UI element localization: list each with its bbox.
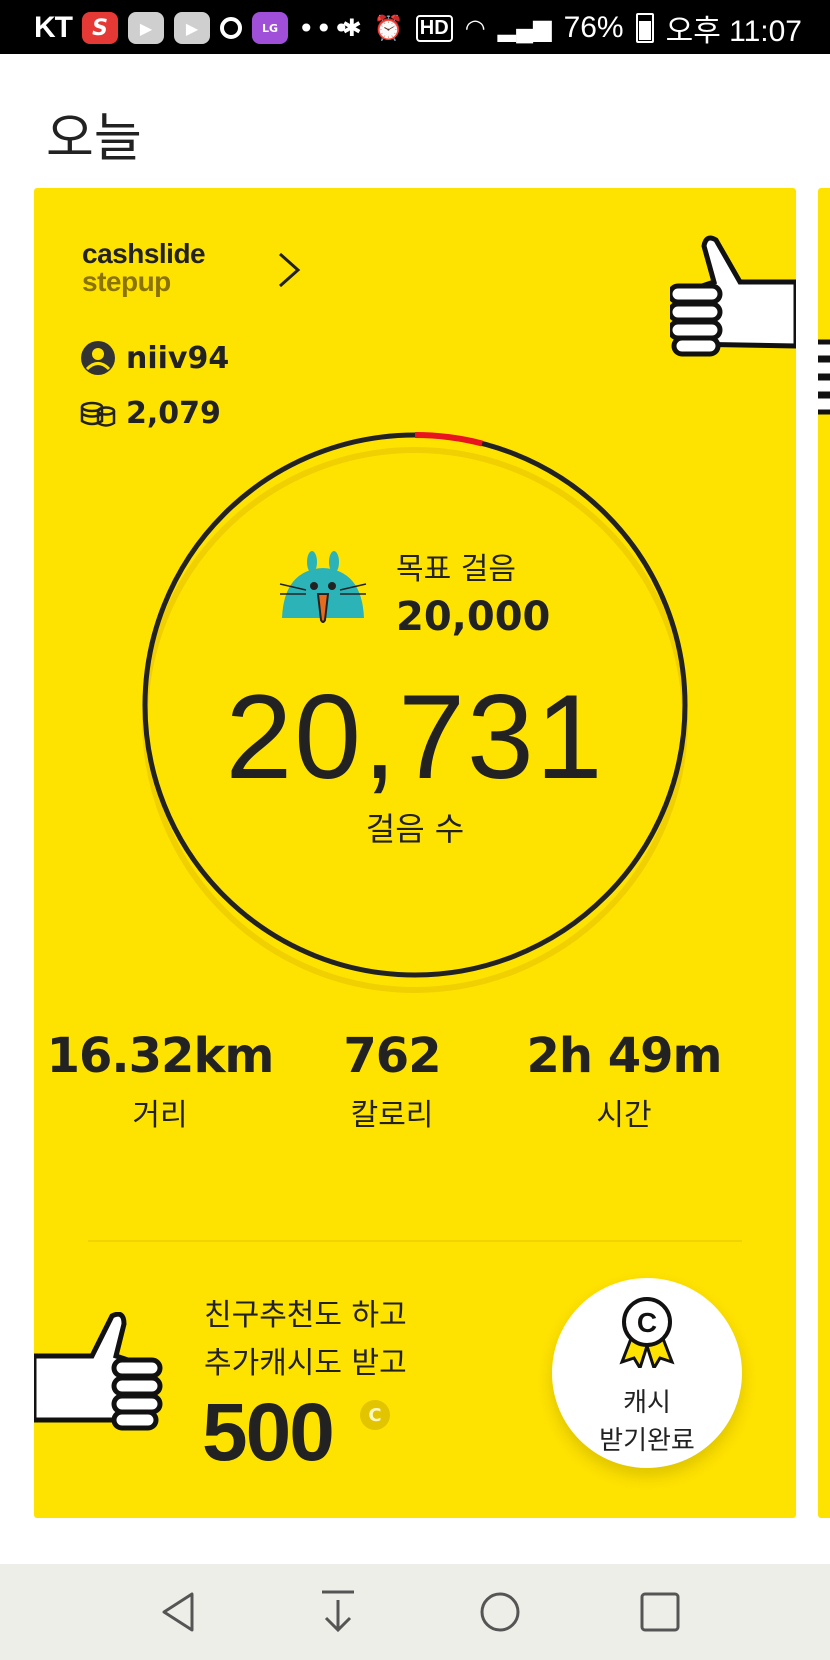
brand-line1: cashslide [82,238,206,269]
stat-value: 2h 49m [526,1028,722,1084]
goal-label: 목표 걸음 [396,552,516,587]
progress-ring-accent [414,432,483,447]
location-icon [220,17,242,39]
brand-logo[interactable]: cashslide stepup [82,238,206,297]
user-row: niiv94 [80,340,229,376]
stat-value: 762 [343,1028,441,1084]
stat-label: 거리 [132,1098,188,1133]
step-card: cashslide stepup niiv94 2,079 목표 걸음 20,0… [34,188,796,1518]
stat-label: 칼로리 [350,1098,434,1133]
stat-distance: 16.32km 거리 [40,1028,280,1134]
signal-icon: ▂▄▆ [497,14,552,42]
step-count: 20,731 [225,670,605,804]
back-icon[interactable] [152,1584,208,1640]
rabbit-mascot-icon [279,551,367,623]
youtube-icon: ▶ [128,12,164,44]
goal-value: 20,000 [396,594,551,640]
navigation-bar [0,1564,830,1660]
coins-icon [80,401,116,427]
stat-value: 16.32km [46,1028,275,1084]
medal-icon: C [619,1297,675,1368]
app-s-icon: S [82,12,118,44]
lg-app-icon: LG [252,12,288,44]
wifi-icon: ◠ [464,14,486,42]
promo-amount[interactable]: 500 [202,1386,335,1480]
battery-icon [635,13,654,43]
promo-line1: 친구추천도 하고 [204,1298,407,1333]
brand-line2: stepup [82,266,171,297]
thumbs-up-icon-2 [34,1312,163,1431]
cash-button-line1: 캐시 [623,1388,671,1418]
chevron-right-icon[interactable] [266,248,310,292]
stat-calories: 762 칼로리 [272,1028,512,1134]
divider [88,1240,742,1242]
stat-label: 시간 [596,1098,652,1133]
home-icon[interactable] [472,1584,528,1640]
battery-percent: 76% [563,11,624,44]
step-count-label: 걸음 수 [365,810,465,848]
page-title: 오늘 [46,109,142,169]
download-icon[interactable] [310,1584,366,1640]
stat-time: 2h 49m 시간 [504,1028,744,1134]
thumbs-up-icon-3 [818,339,830,415]
username: niiv94 [126,340,230,376]
carrier-label: KT [34,11,73,44]
youtube-icon-2: ▶ [174,12,210,44]
thumbs-up-icon [670,235,796,357]
clock: 오후 11:07 [665,15,802,48]
next-card-peek[interactable] [818,188,830,1518]
bluetooth-icon: ✱ [341,14,362,42]
cash-button-line2: 받기완료 [599,1426,695,1456]
user-avatar-icon [81,341,115,375]
alarm-icon: ⏰ [373,14,404,42]
recent-apps-icon[interactable] [632,1584,688,1640]
cash-received-button[interactable]: C 캐시 받기완료 [552,1278,742,1468]
svg-text:C: C [637,1307,657,1338]
hd-icon: HD [415,14,453,42]
cash-coin-icon: C [360,1400,390,1430]
promo-line2: 추가캐시도 받고 [204,1346,407,1381]
status-bar: KT S ▶ ▶ LG ••• ✱ ⏰ HD ◠ ▂▄▆ 76% 오후 11:0… [0,0,830,54]
